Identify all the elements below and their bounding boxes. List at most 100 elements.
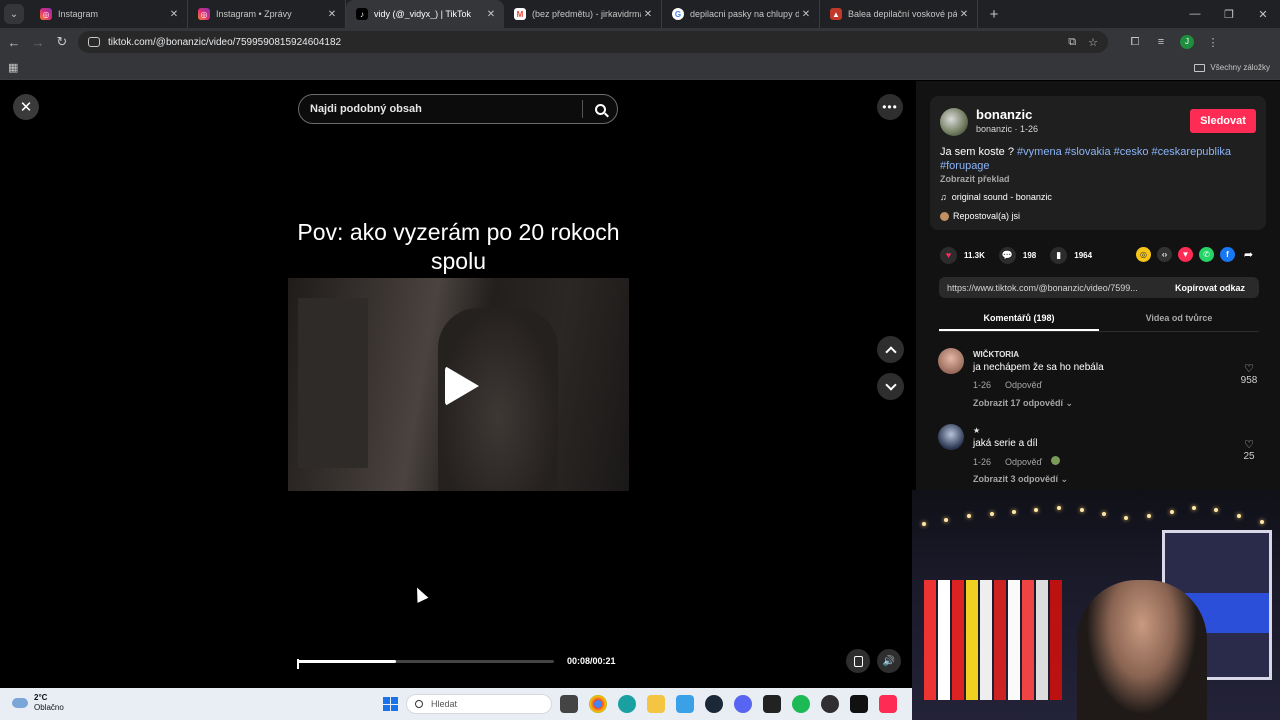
save-button[interactable]: ▮ 1964 — [1050, 246, 1092, 264]
volume-button[interactable]: 🔊 — [877, 649, 901, 673]
browser-tab-shop[interactable]: ▲ Balea depilační voskové pásky ✕ — [820, 0, 978, 28]
minimize-icon[interactable]: — — [1178, 8, 1212, 21]
chrome-icon[interactable] — [589, 695, 607, 713]
comment-date: 1-26 — [973, 380, 992, 390]
embed-icon[interactable]: ‹› — [1157, 247, 1172, 262]
cloud-icon — [12, 698, 28, 708]
share-arrow-icon[interactable]: ➦ — [1241, 247, 1256, 262]
progress-handle[interactable] — [297, 659, 299, 669]
tab-search-button[interactable]: ⌄ — [4, 4, 24, 24]
follow-button[interactable]: Sledovat — [1190, 109, 1256, 133]
next-video-button[interactable] — [877, 373, 904, 400]
steam-icon[interactable] — [705, 695, 723, 713]
url-text[interactable]: tiktok.com/@bonanzic/video/7599590815924… — [108, 37, 1056, 48]
media-controls-icon[interactable]: ≡ — [1148, 36, 1174, 48]
notepad-icon[interactable] — [676, 695, 694, 713]
bookmark-star-icon[interactable]: ☆ — [1088, 36, 1098, 49]
taskbar-search[interactable]: Hledat — [406, 694, 552, 714]
restore-icon[interactable]: ❐ — [1212, 8, 1246, 21]
weather-condition: Oblačno — [34, 703, 64, 712]
reply-button[interactable]: Odpověď — [1005, 380, 1042, 390]
tab-creator-videos[interactable]: Videa od tvůrce — [1099, 308, 1259, 331]
instagram-icon: ◎ — [198, 8, 210, 20]
new-tab-button[interactable]: + — [982, 6, 1006, 23]
coin-icon[interactable]: ◎ — [1136, 247, 1151, 262]
view-replies-button[interactable]: Zobrazit 17 odpovědí ⌄ — [973, 398, 1073, 409]
address-bar[interactable]: tiktok.com/@bonanzic/video/7599590815924… — [78, 31, 1108, 53]
comment-text: jaká serie a díl — [973, 438, 1038, 449]
pip-icon — [853, 655, 863, 667]
comment-username[interactable]: WIČKTORIA — [973, 350, 1019, 359]
close-tab-icon[interactable]: ✕ — [325, 9, 339, 20]
search-input[interactable]: Najdi podobný obsah — [310, 103, 582, 115]
apps-grid-icon[interactable]: ▦ — [8, 61, 18, 74]
tiktok-icon[interactable] — [879, 695, 897, 713]
browser-tab-gmail[interactable]: M (bez předmětu) - jirkavidrman6 ✕ — [504, 0, 662, 28]
comment-like-button[interactable]: ♡ 958 — [1238, 362, 1260, 386]
search-button[interactable] — [583, 103, 617, 115]
back-arrow-icon[interactable]: ← — [2, 35, 26, 50]
view-replies-button[interactable]: Zobrazit 3 odpovědí ⌄ — [973, 474, 1068, 485]
comment-button[interactable]: 💬 198 — [998, 246, 1036, 264]
extensions-icon[interactable]: ⧠ — [1122, 36, 1148, 49]
comment-avatar[interactable] — [938, 348, 964, 374]
video-progress-bar[interactable] — [297, 659, 554, 669]
video-player[interactable]: Najdi podobný obsah Pov: ako vyzerám po … — [288, 81, 629, 688]
epic-games-icon[interactable] — [763, 695, 781, 713]
tiktok-send-icon[interactable]: ▼ — [1178, 247, 1193, 262]
spotify-icon[interactable] — [792, 695, 810, 713]
tab-comments[interactable]: Komentářů (198) — [939, 308, 1099, 331]
install-app-icon[interactable]: ⧉ — [1068, 36, 1076, 49]
close-tab-icon[interactable]: ✕ — [641, 9, 655, 20]
taskbar-search-placeholder: Hledat — [431, 699, 458, 709]
sound-link[interactable]: ♫ original sound - bonanzic — [940, 192, 1052, 202]
facebook-icon[interactable]: f — [1220, 247, 1235, 262]
share-link-text[interactable]: https://www.tiktok.com/@bonanzic/video/7… — [939, 283, 1161, 293]
edge-icon[interactable] — [618, 695, 636, 713]
play-icon[interactable] — [445, 366, 479, 406]
discord-icon[interactable] — [734, 695, 752, 713]
profile-avatar[interactable]: J — [1180, 35, 1194, 49]
browser-tab-google-search[interactable]: G depilacni pasky na chlupy dm - ✕ — [662, 0, 820, 28]
windows-start-icon[interactable] — [383, 697, 398, 711]
video-progress-fill — [298, 660, 396, 663]
scene-door — [298, 298, 368, 468]
close-tab-icon[interactable]: ✕ — [167, 9, 181, 20]
reload-icon[interactable]: ↻ — [50, 34, 74, 50]
whatsapp-icon[interactable]: ✆ — [1199, 247, 1214, 262]
file-explorer-icon[interactable] — [647, 695, 665, 713]
copy-link-button[interactable]: Kopírovat odkaz — [1161, 283, 1259, 293]
task-view-icon[interactable] — [560, 695, 578, 713]
reply-button[interactable]: Odpověď — [1005, 457, 1042, 467]
capcut-icon[interactable] — [850, 695, 868, 713]
close-tab-icon[interactable]: ✕ — [957, 9, 971, 20]
close-tab-icon[interactable]: ✕ — [484, 9, 498, 20]
browser-menu-icon[interactable]: ⋮ — [1200, 36, 1226, 49]
comment-username[interactable]: ★ — [973, 426, 980, 435]
close-video-button[interactable]: ✕ — [13, 94, 39, 120]
browser-tab-instagram[interactable]: ◎ Instagram ✕ — [30, 0, 188, 28]
site-info-icon[interactable] — [88, 37, 100, 47]
comment-avatar[interactable] — [938, 424, 964, 450]
share-icons: ◎ ‹› ▼ ✆ f ➦ — [1136, 247, 1262, 262]
browser-tab-tiktok[interactable]: ♪ vidy (@_vidyx_) | TikTok ✕ — [346, 0, 504, 28]
author-name[interactable]: bonanzic — [976, 107, 1032, 122]
obs-icon[interactable] — [821, 695, 839, 713]
previous-video-button[interactable] — [877, 336, 904, 363]
similar-content-search[interactable]: Najdi podobný obsah — [298, 94, 618, 124]
author-avatar[interactable] — [940, 108, 968, 136]
close-window-icon[interactable]: ✕ — [1246, 8, 1280, 21]
like-button[interactable]: ♥ 11.3K — [940, 246, 985, 264]
share-link-row: https://www.tiktok.com/@bonanzic/video/7… — [939, 277, 1259, 298]
comment-like-count: 958 — [1240, 375, 1258, 386]
comment-like-button[interactable]: ♡ 25 — [1238, 438, 1260, 462]
clothes-rack — [924, 580, 1064, 720]
picture-in-picture-button[interactable] — [846, 649, 870, 673]
weather-widget[interactable]: 2°C Oblačno — [12, 693, 64, 713]
browser-tab-instagram-messages[interactable]: ◎ Instagram • Zprávy ✕ — [188, 0, 346, 28]
close-tab-icon[interactable]: ✕ — [799, 9, 813, 20]
forward-arrow-icon[interactable]: → — [26, 35, 50, 50]
more-options-button[interactable]: ••• — [877, 94, 903, 120]
all-bookmarks-button[interactable]: Všechny záložky — [1194, 63, 1270, 72]
show-translation-link[interactable]: Zobrazit překlad — [940, 174, 1010, 184]
